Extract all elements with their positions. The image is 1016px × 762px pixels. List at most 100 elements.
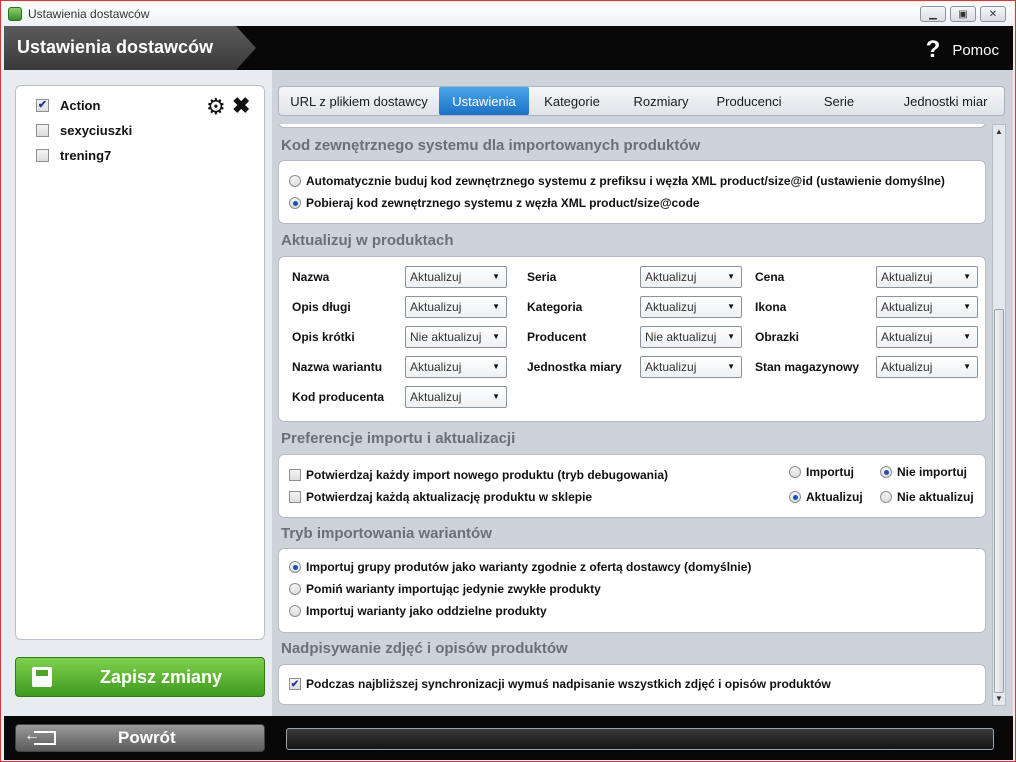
section-title: Tryb importowania wariantów (281, 525, 492, 542)
field-select[interactable]: Aktualizuj (876, 326, 978, 348)
back-button[interactable]: Powrót (15, 724, 265, 752)
field-select[interactable]: Aktualizuj (640, 266, 742, 288)
save-label: Zapisz zmiany (100, 666, 223, 687)
window-title: Ustawienia dostawców (28, 7, 150, 21)
maximize-button[interactable]: ▣ (950, 6, 976, 22)
gear-icon[interactable]: ⚙ (206, 94, 226, 120)
option-label: Nie aktualizuj (897, 490, 974, 504)
scroll-down-icon[interactable]: ▼ (995, 694, 1003, 703)
radio-button[interactable] (289, 197, 301, 209)
tab-bar: URL z plikiem dostawcy Ustawienia Katego… (278, 86, 1005, 116)
update-radio-option[interactable]: Aktualizuj (789, 490, 863, 504)
variant-option[interactable]: Pomiń warianty importując jedynie zwykłe… (289, 582, 601, 596)
radio-button[interactable] (289, 605, 301, 617)
external-code-option[interactable]: Automatycznie buduj kod zewnętrznego sys… (289, 174, 945, 188)
section-title: Nadpisywanie zdjęć i opisów produktów (281, 640, 568, 657)
minimize-button[interactable]: ▁ (920, 6, 946, 22)
field-label: Obrazki (755, 330, 800, 344)
external-code-box: Automatycznie buduj kod zewnętrznego sys… (278, 160, 986, 224)
save-button[interactable]: Zapisz zmiany (15, 657, 265, 697)
field-select[interactable]: Nie aktualizuj (640, 326, 742, 348)
radio-button[interactable] (789, 491, 801, 503)
field-select[interactable]: Aktualizuj (876, 356, 978, 378)
tab-url[interactable]: URL z plikiem dostawcy (279, 87, 439, 115)
variant-option[interactable]: Importuj warianty jako oddzielne produkt… (289, 604, 547, 618)
field-label: Kategoria (527, 300, 583, 314)
field-select[interactable]: Aktualizuj (876, 266, 978, 288)
radio-button[interactable] (880, 491, 892, 503)
radio-button[interactable] (880, 466, 892, 478)
tab-sizes[interactable]: Rozmiary (615, 87, 707, 115)
help-button[interactable]: ? Pomoc (926, 36, 999, 64)
checkbox[interactable]: ✔ (289, 678, 301, 690)
supplier-checkbox[interactable] (36, 148, 49, 162)
option-label: Aktualizuj (806, 490, 863, 504)
supplier-checkbox[interactable]: ✔ (36, 98, 49, 112)
field-select[interactable]: Aktualizuj (640, 296, 742, 318)
scroll-up-icon[interactable]: ▲ (995, 127, 1003, 136)
option-label: Potwierdzaj każdą aktualizację produktu … (306, 490, 593, 504)
field-label: Nazwa (292, 270, 330, 284)
field-label: Producent (527, 330, 587, 344)
overwrite-option[interactable]: ✔ Podczas najbliższej synchronizacji wym… (289, 677, 831, 691)
option-label: Automatycznie buduj kod zewnętrznego sys… (306, 174, 945, 188)
radio-button[interactable] (289, 175, 301, 187)
close-window-button[interactable]: ✕ (980, 6, 1006, 22)
field-select[interactable]: Aktualizuj (640, 356, 742, 378)
help-icon: ? (925, 36, 941, 63)
supplier-item[interactable]: ✔ Action (36, 96, 100, 114)
supplier-item[interactable]: trening7 (36, 146, 111, 164)
previous-section-box (278, 124, 986, 128)
window-controls: ▁ ▣ ✕ (920, 6, 1006, 22)
overwrite-box: ✔ Podczas najbliższej synchronizacji wym… (278, 664, 986, 705)
confirm-import-option[interactable]: Potwierdzaj każdy import nowego produktu… (289, 468, 668, 482)
field-select[interactable]: Aktualizuj (405, 296, 507, 318)
checkbox[interactable] (289, 469, 301, 481)
option-label: Importuj grupy produtów jako warianty zg… (306, 560, 752, 574)
scrollbar-thumb[interactable] (994, 309, 1004, 693)
tab-settings[interactable]: Ustawienia (439, 87, 529, 115)
checkbox[interactable] (289, 491, 301, 503)
tab-categories[interactable]: Kategorie (529, 87, 615, 115)
tab-units[interactable]: Jednostki miar (887, 87, 1004, 115)
field-select[interactable]: Aktualizuj (405, 386, 507, 408)
field-select[interactable]: Nie aktualizuj (405, 326, 507, 348)
supplier-checkbox[interactable] (36, 123, 49, 137)
bottom-bar: Powrót (4, 716, 1013, 760)
option-label: Potwierdzaj każdy import nowego produktu… (306, 468, 669, 482)
section-title: Kod zewnętrznego systemu dla importowany… (281, 137, 701, 154)
page-title-banner: Ustawienia dostawców (4, 26, 256, 70)
supplier-item[interactable]: sexyciuszki (36, 121, 132, 139)
settings-scroll-area: Kod zewnętrznego systemu dla importowany… (278, 124, 988, 706)
no-import-radio-option[interactable]: Nie importuj (880, 465, 967, 479)
save-icon (32, 667, 52, 687)
vertical-scrollbar[interactable]: ▲ ▼ (992, 124, 1006, 706)
app-window: Ustawienia dostawców ▁ ▣ ✕ Ustawienia do… (0, 0, 1016, 762)
option-label: Importuj warianty jako oddzielne produkt… (306, 604, 547, 618)
radio-button[interactable] (289, 561, 301, 573)
field-select[interactable]: Aktualizuj (405, 356, 507, 378)
section-title: Aktualizuj w produktach (281, 232, 454, 249)
header-bar: Ustawienia dostawców ? Pomoc (4, 26, 1013, 70)
tab-producers[interactable]: Producenci (707, 87, 791, 115)
radio-button[interactable] (789, 466, 801, 478)
field-label: Jednostka miary (527, 360, 622, 374)
back-label: Powrót (118, 728, 176, 747)
import-radio-option[interactable]: Importuj (789, 465, 854, 479)
option-label: Pomiń warianty importując jedynie zwykłe… (306, 582, 601, 596)
option-label: Podczas najbliższej synchronizacji wymuś… (306, 677, 831, 691)
tab-series[interactable]: Serie (791, 87, 887, 115)
confirm-update-option[interactable]: Potwierdzaj każdą aktualizację produktu … (289, 490, 592, 504)
preferences-box: Potwierdzaj każdy import nowego produktu… (278, 454, 986, 518)
radio-button[interactable] (289, 583, 301, 595)
field-label: Nazwa wariantu (292, 360, 383, 374)
external-code-option[interactable]: Pobieraj kod zewnętrznego systemu z węzł… (289, 196, 700, 210)
field-select[interactable]: Aktualizuj (876, 296, 978, 318)
close-icon[interactable]: ✖ (232, 93, 250, 119)
option-label: Nie importuj (897, 465, 968, 479)
no-update-radio-option[interactable]: Nie aktualizuj (880, 490, 974, 504)
field-select[interactable]: Aktualizuj (405, 266, 507, 288)
supplier-name: Action (60, 97, 101, 113)
progress-bar (286, 728, 994, 750)
variant-option[interactable]: Importuj grupy produtów jako warianty zg… (289, 560, 751, 574)
